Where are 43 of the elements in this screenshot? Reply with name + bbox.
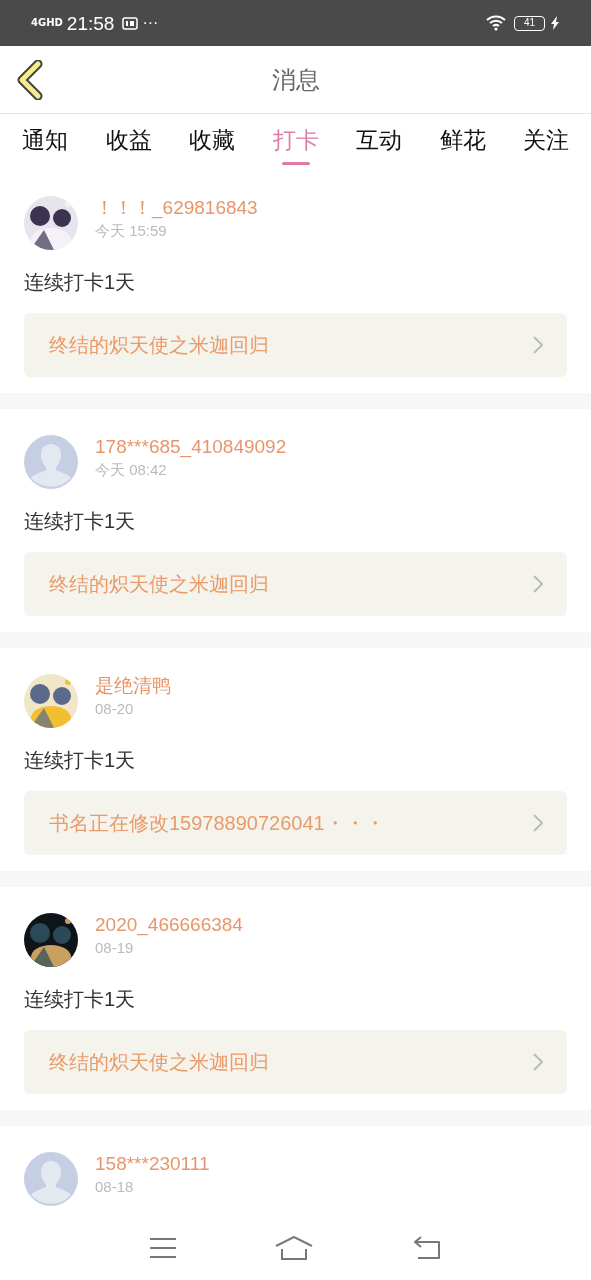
tab[interactable]: 收藏 <box>189 114 235 170</box>
back-icon[interactable] <box>16 60 44 100</box>
message-text: 连续打卡1天 <box>24 987 137 1012</box>
chevron-right-icon <box>533 575 543 593</box>
battery-icon: 41 <box>514 15 545 31</box>
back-arrow-icon[interactable] <box>411 1236 442 1260</box>
message-text: 连续打卡1天 <box>24 748 137 773</box>
message-text: 连续打卡1天 <box>24 509 137 534</box>
timestamp: 08-19 <box>95 938 135 958</box>
tab[interactable]: 关注 <box>523 114 569 170</box>
app-icon <box>122 16 139 30</box>
clock-text: 21:58 <box>66 13 115 33</box>
chevron-right-icon <box>533 1053 543 1071</box>
menu-icon[interactable] <box>149 1237 178 1259</box>
more-notifications-text: ··· <box>142 15 159 31</box>
timestamp: 今天 08:42 <box>95 460 168 480</box>
home-icon[interactable] <box>275 1236 314 1260</box>
user-name[interactable]: 2020_466666384 <box>95 913 243 937</box>
timestamp: 08-20 <box>95 699 135 719</box>
user-name[interactable]: ！！！_629816843 <box>95 196 258 220</box>
tab[interactable]: 互动 <box>356 114 402 170</box>
book-link[interactable]: 终结的炽天使之米迦回归 <box>24 1030 567 1094</box>
message-text: 连续打卡1天 <box>24 270 137 295</box>
tab[interactable]: 通知 <box>22 114 68 170</box>
tab[interactable]: 鲜花 <box>439 114 486 170</box>
tab[interactable]: 收益 <box>105 114 152 170</box>
tab[interactable]: 打卡 <box>272 114 319 170</box>
chevron-right-icon <box>533 336 543 354</box>
user-name[interactable]: 是绝清鸭 <box>95 674 171 698</box>
avatar-icon <box>24 435 78 489</box>
book-link[interactable]: 终结的炽天使之米迦回归 <box>24 313 567 377</box>
avatar-icon <box>24 1152 78 1206</box>
user-name[interactable]: 178***685_410849092 <box>95 435 287 459</box>
charging-icon <box>551 16 560 30</box>
wifi-icon <box>486 15 506 31</box>
user-name[interactable]: 158***230111 <box>95 1152 210 1176</box>
book-link[interactable]: 书名正在修改15978890726041・・・ <box>24 791 567 855</box>
network-indicator: 4GHD <box>31 18 63 28</box>
page-title: 消息 <box>271 64 320 95</box>
book-link[interactable]: 终结的炽天使之米迦回归 <box>24 552 567 616</box>
timestamp: 08-18 <box>95 1177 135 1197</box>
timestamp: 今天 15:59 <box>95 221 168 241</box>
chevron-right-icon <box>533 814 543 832</box>
